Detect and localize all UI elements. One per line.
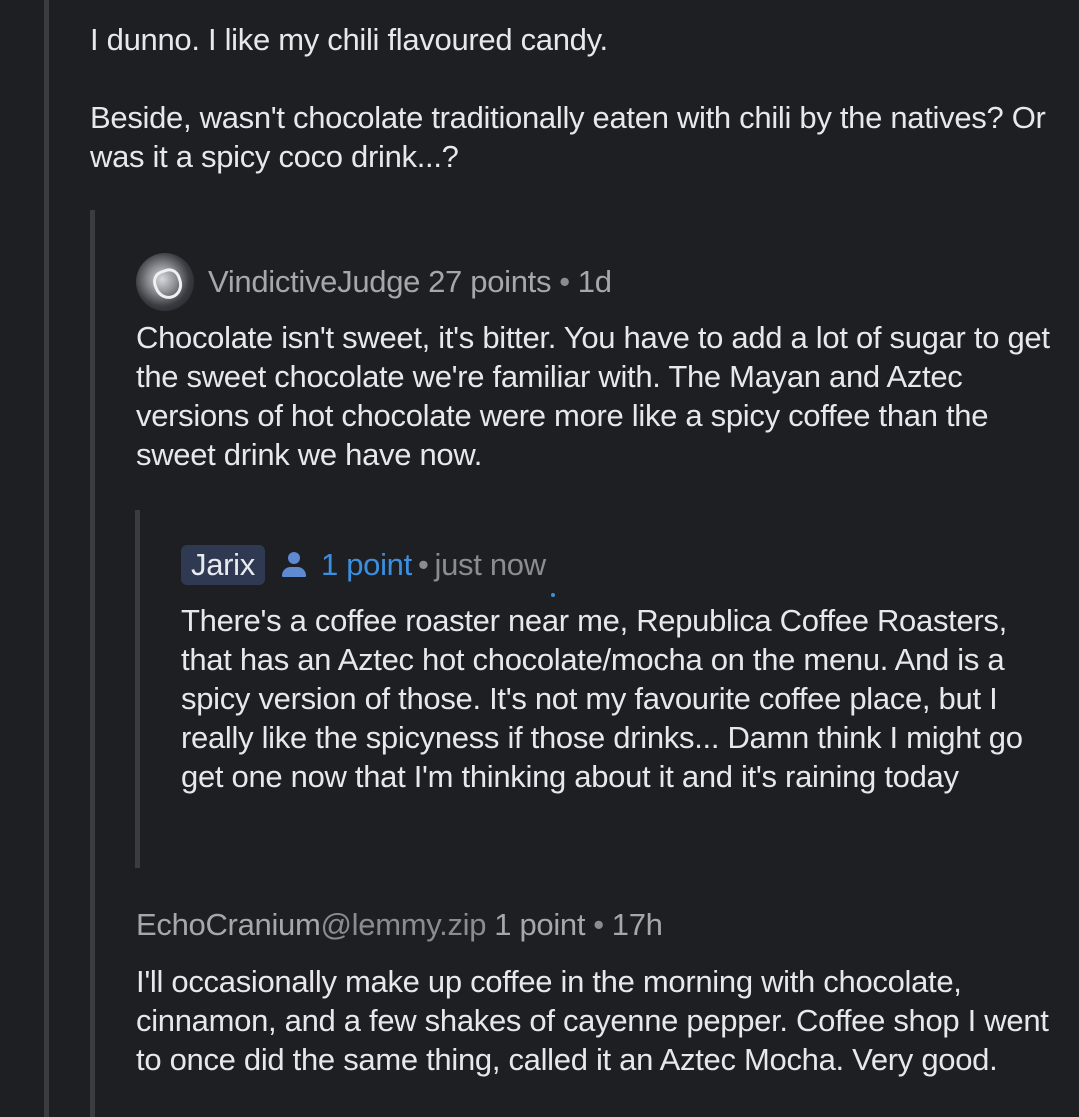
comment-paragraph: There's a coffee roaster near me, Republ… [181, 603, 1032, 794]
own-username-badge[interactable]: Jarix [181, 545, 265, 585]
comment-body-echocranium[interactable]: I'll occasionally make up coffee in the … [136, 962, 1056, 1079]
comment-paragraph: Beside, wasn't chocolate traditionally e… [90, 100, 1054, 174]
comment-age: 17h [611, 907, 663, 942]
username-link[interactable]: EchoCranium [136, 907, 321, 943]
comment-age: 1d [577, 264, 612, 299]
user-instance: @lemmy.zip [320, 907, 487, 942]
comment-paragraph: I dunno. I like my chili flavoured candy… [90, 22, 608, 57]
comment-header-echocranium: EchoCranium @lemmy.zip 1 point • 17h [136, 907, 663, 943]
meta-separator: • [417, 547, 429, 582]
parent-comment-body[interactable]: I dunno. I like my chili flavoured candy… [90, 20, 1060, 176]
comment-body-jarix[interactable]: There's a coffee roaster near me, Republ… [181, 601, 1061, 796]
points-count: 1 point [494, 907, 586, 942]
person-icon [279, 550, 309, 580]
cursor-dot [551, 593, 555, 597]
meta-separator: • [559, 264, 570, 299]
comment-header-vindictivejudge: VindictiveJudge 27 points • 1d [136, 253, 612, 311]
comment-thread: I dunno. I like my chili flavoured candy… [0, 0, 1079, 1117]
comment-body-vindictivejudge[interactable]: Chocolate isn't sweet, it's bitter. You … [136, 318, 1056, 474]
thread-line-level-1[interactable] [44, 0, 49, 1117]
meta-separator: • [593, 907, 604, 942]
comment-header-jarix: Jarix 1 point • just now [181, 545, 546, 585]
username-link[interactable]: VindictiveJudge [208, 264, 420, 300]
user-avatar[interactable] [136, 253, 194, 311]
thread-line-level-2[interactable] [90, 210, 95, 1117]
comment-paragraph: Chocolate isn't sweet, it's bitter. You … [136, 320, 1058, 472]
points-count: 27 points [428, 264, 552, 299]
comment-age: just now [434, 547, 547, 582]
comment-paragraph: I'll occasionally make up coffee in the … [136, 964, 1057, 1077]
points-count: 1 point [320, 547, 412, 582]
thread-line-level-3[interactable] [135, 510, 140, 868]
